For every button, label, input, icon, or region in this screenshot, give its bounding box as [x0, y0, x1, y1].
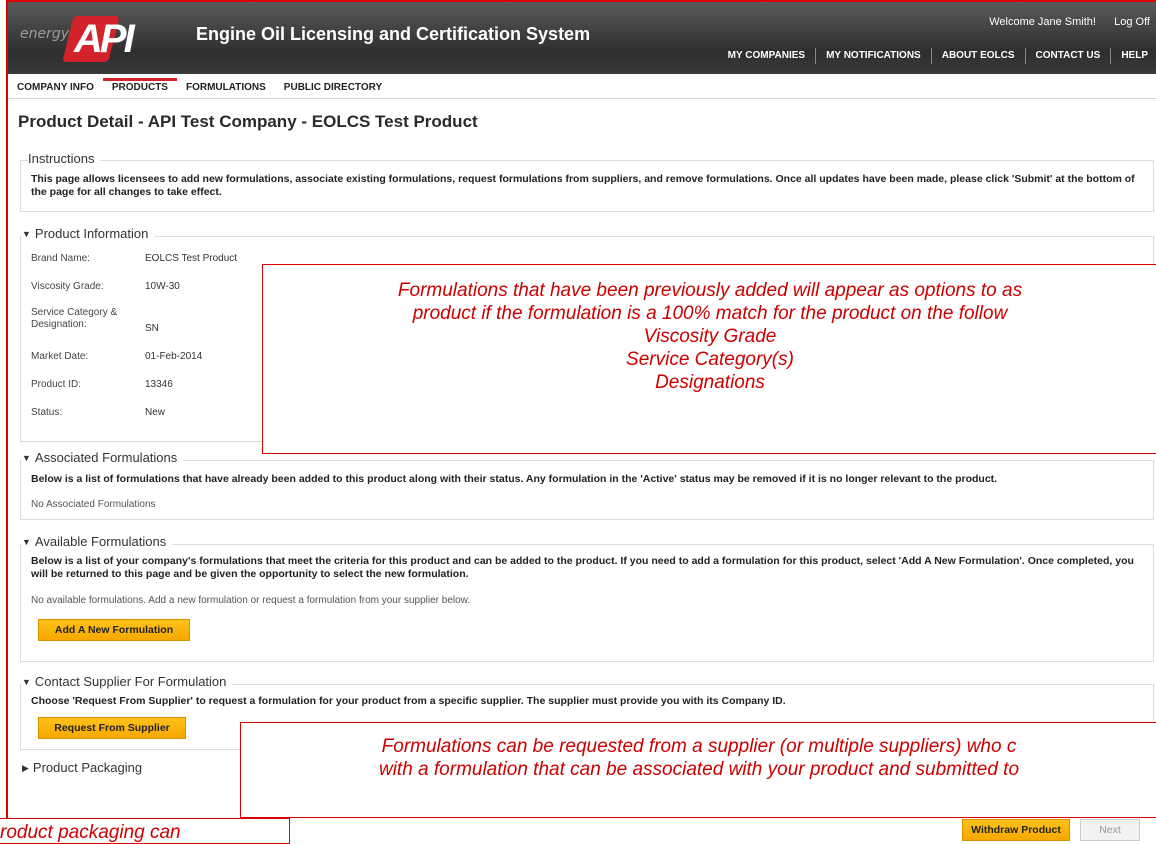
status-label: Status: [31, 407, 63, 418]
associated-empty-text: No Associated Formulations [31, 499, 156, 510]
associated-legend: Associated Formulations [34, 450, 178, 465]
tab-public-directory[interactable]: PUBLIC DIRECTORY [275, 78, 391, 98]
brand-name-value: EOLCS Test Product [145, 253, 238, 264]
callout-top-line-4: Service Category(s) [626, 349, 794, 370]
api-logo[interactable]: API [62, 16, 166, 62]
status-value: New [145, 407, 166, 418]
welcome-text: Welcome Jane Smith! [989, 16, 1096, 28]
nav-about-eolcs[interactable]: ABOUT EOLCS [930, 48, 1025, 64]
supplier-text: Choose 'Request From Supplier' to reques… [31, 695, 786, 707]
logo-letters: API [74, 17, 135, 61]
caret-down-icon: ▼ [22, 677, 31, 687]
instructions-box: This page allows licensees to add new fo… [20, 160, 1154, 212]
associated-formulations-toggle[interactable]: ▼ Associated Formulations [22, 450, 184, 465]
available-empty-text: No available formulations. Add a new for… [31, 595, 471, 606]
log-off-link[interactable]: Log Off [1114, 16, 1150, 28]
product-id-value: 13346 [145, 379, 173, 390]
page-frame: energy API Engine Oil Licensing and Cert… [6, 0, 1156, 820]
app-title: Engine Oil Licensing and Certification S… [196, 24, 591, 44]
nav-my-notifications[interactable]: MY NOTIFICATIONS [815, 48, 931, 64]
supplier-legend: Contact Supplier For Formulation [34, 674, 227, 689]
product-id-label: Product ID: [31, 379, 82, 390]
add-new-formulation-button[interactable]: Add A New Formulation [38, 619, 190, 641]
instructions-legend: Instructions [28, 151, 101, 166]
withdraw-product-button[interactable]: Withdraw Product [962, 819, 1070, 841]
callout-top-line-3: Viscosity Grade [643, 326, 777, 347]
instructions-text: This page allows licensees to add new fo… [31, 173, 1135, 198]
callout-middle-line-2: with a formulation that can be associate… [378, 759, 1020, 780]
callout-bottom-line: roduct packaging can [0, 822, 181, 843]
service-category-value: SN [145, 323, 159, 334]
available-legend: Available Formulations [34, 534, 167, 549]
nav-contact-us[interactable]: CONTACT US [1024, 48, 1111, 64]
available-text: Below is a list of your company's formul… [31, 555, 1134, 580]
callout-top-line-1: Formulations that have been previously a… [397, 280, 1023, 301]
next-button[interactable]: Next [1080, 819, 1140, 841]
callout-top-line-5: Designations [655, 372, 765, 393]
page-title: Product Detail - API Test Company - EOLC… [18, 112, 478, 131]
logo-energy-text: energy [20, 26, 70, 42]
caret-down-icon: ▼ [22, 229, 31, 239]
associated-formulations-box: Below is a list of formulations that hav… [20, 460, 1154, 520]
caret-down-icon: ▼ [22, 453, 31, 463]
top-nav: MY COMPANIES MY NOTIFICATIONS ABOUT EOLC… [718, 48, 1156, 64]
market-date-value: 01-Feb-2014 [145, 351, 203, 362]
tab-company-info[interactable]: COMPANY INFO [8, 78, 103, 98]
available-formulations-toggle[interactable]: ▼ Available Formulations [22, 534, 173, 549]
callout-top-line-2: product if the formulation is a 100% mat… [412, 303, 1008, 324]
service-category-label: Service Category & Designation: [31, 307, 118, 330]
product-info-legend: Product Information [34, 226, 149, 241]
product-info-toggle[interactable]: ▼ Product Information [22, 226, 155, 241]
callout-matching-formulations: Formulations that have been previously a… [262, 264, 1156, 454]
market-date-label: Market Date: [31, 351, 89, 362]
tab-formulations[interactable]: FORMULATIONS [177, 78, 275, 98]
request-from-supplier-button[interactable]: Request From Supplier [38, 717, 186, 739]
caret-right-icon: ▶ [22, 763, 29, 773]
viscosity-grade-label: Viscosity Grade: [31, 281, 104, 292]
available-formulations-box: Below is a list of your company's formul… [20, 544, 1154, 662]
product-packaging-toggle[interactable]: ▶ Product Packaging [22, 760, 149, 775]
nav-help[interactable]: HELP [1110, 48, 1156, 64]
contact-supplier-toggle[interactable]: ▼ Contact Supplier For Formulation [22, 674, 233, 689]
tab-products[interactable]: PRODUCTS [102, 78, 177, 98]
caret-down-icon: ▼ [22, 537, 31, 547]
associated-text: Below is a list of formulations that hav… [31, 473, 998, 485]
main-tabs: COMPANY INFO PRODUCTS FORMULATIONS PUBLI… [8, 78, 1156, 99]
app-header: energy API Engine Oil Licensing and Cert… [8, 2, 1156, 74]
callout-supplier-request: Formulations can be requested from a sup… [240, 722, 1156, 818]
viscosity-grade-value: 10W-30 [145, 281, 180, 292]
callout-middle-line-1: Formulations can be requested from a sup… [381, 736, 1017, 757]
callout-product-packaging: roduct packaging can [0, 818, 290, 844]
nav-my-companies[interactable]: MY COMPANIES [718, 48, 815, 64]
brand-name-label: Brand Name: [31, 253, 90, 264]
packaging-legend: Product Packaging [32, 760, 143, 775]
